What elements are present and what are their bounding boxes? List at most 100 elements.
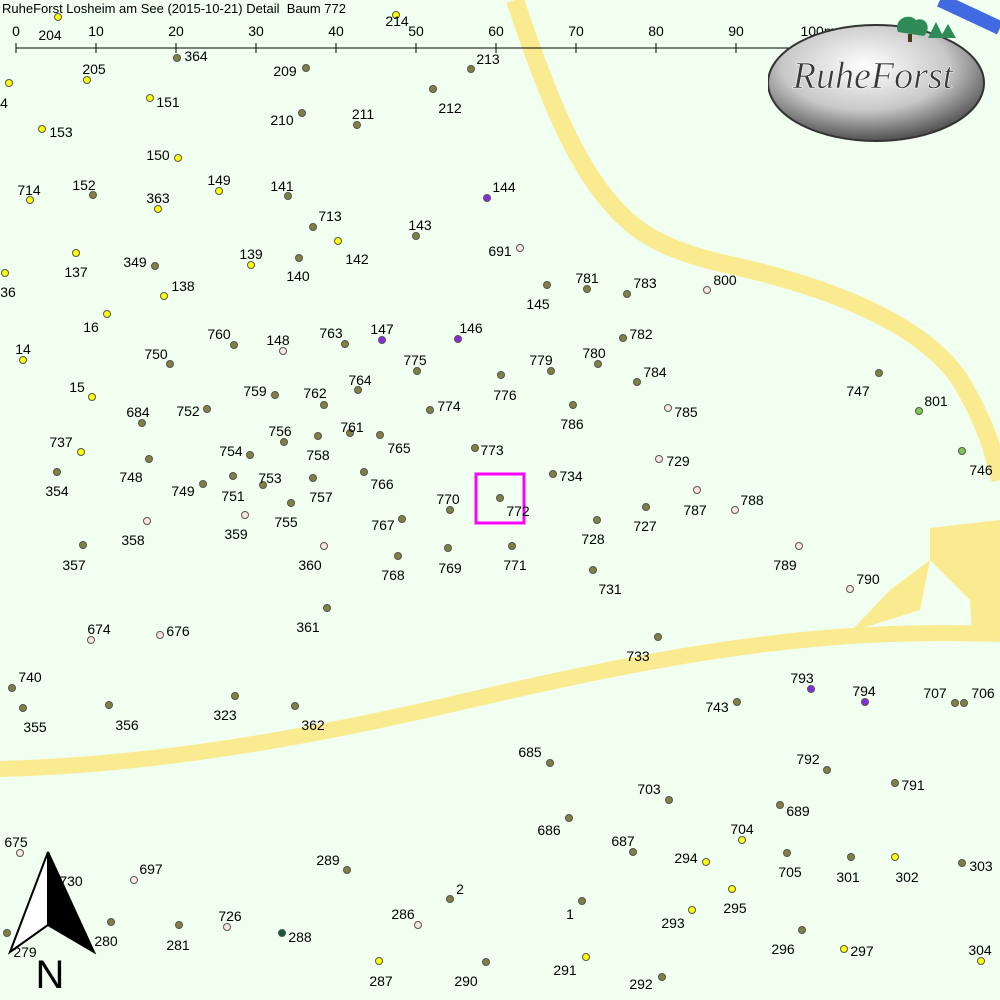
tree-dot[interactable] (516, 244, 524, 252)
tree-dot[interactable] (496, 494, 504, 502)
tree-dot[interactable] (77, 448, 85, 456)
tree-dot[interactable] (738, 836, 746, 844)
tree-dot[interactable] (287, 499, 295, 507)
tree-dot[interactable] (314, 432, 322, 440)
tree-dot[interactable] (776, 801, 784, 809)
tree-dot[interactable] (160, 292, 168, 300)
tree-dot[interactable] (295, 254, 303, 262)
tree-dot[interactable] (398, 515, 406, 523)
tree-dot[interactable] (589, 566, 597, 574)
tree-dot[interactable] (543, 281, 551, 289)
tree-dot[interactable] (83, 76, 91, 84)
tree-dot[interactable] (446, 895, 454, 903)
tree-dot[interactable] (807, 685, 815, 693)
tree-dot[interactable] (3, 929, 11, 937)
tree-dot[interactable] (107, 918, 115, 926)
forest-map[interactable]: 0 10 20 30 40 50 60 70 80 90 100m 204214364205 2092… (0, 0, 1000, 1000)
tree-dot[interactable] (482, 958, 490, 966)
tree-dot[interactable] (549, 470, 557, 478)
tree-dot[interactable] (414, 921, 422, 929)
tree-dot[interactable] (655, 455, 663, 463)
tree-dot[interactable] (412, 232, 420, 240)
tree-dot[interactable] (1, 269, 9, 277)
tree-dot[interactable] (88, 393, 96, 401)
tree-dot[interactable] (951, 699, 959, 707)
tree-dot[interactable] (8, 684, 16, 692)
tree-dot[interactable] (891, 779, 899, 787)
tree-dot[interactable] (629, 848, 637, 856)
tree-dot[interactable] (665, 796, 673, 804)
tree-dot[interactable] (426, 406, 434, 414)
tree-dot[interactable] (38, 125, 46, 133)
tree-dot[interactable] (154, 205, 162, 213)
tree-dot[interactable] (271, 391, 279, 399)
tree-dot[interactable] (229, 472, 237, 480)
tree-dot[interactable] (16, 849, 24, 857)
tree-dot[interactable] (915, 407, 923, 415)
tree-dot[interactable] (846, 585, 854, 593)
tree-dot[interactable] (230, 341, 238, 349)
tree-dot[interactable] (654, 633, 662, 641)
tree-dot[interactable] (156, 631, 164, 639)
tree-dot[interactable] (703, 286, 711, 294)
tree-dot[interactable] (103, 310, 111, 318)
tree-dot[interactable] (594, 360, 602, 368)
tree-dot[interactable] (19, 356, 27, 364)
tree-dot[interactable] (413, 367, 421, 375)
tree-dot[interactable] (508, 542, 516, 550)
tree-dot[interactable] (143, 517, 151, 525)
tree-marker-753[interactable]: 753 (258, 470, 282, 489)
tree-dot[interactable] (583, 285, 591, 293)
tree-dot[interactable] (105, 701, 113, 709)
tree-dot[interactable] (546, 759, 554, 767)
tree-dot[interactable] (302, 64, 310, 72)
tree-dot[interactable] (79, 541, 87, 549)
tree-dot[interactable] (633, 378, 641, 386)
tree-dot[interactable] (279, 347, 287, 355)
tree-dot[interactable] (733, 698, 741, 706)
tree-dot[interactable] (138, 419, 146, 427)
tree-dot[interactable] (798, 926, 806, 934)
tree-dot[interactable] (642, 503, 650, 511)
tree-dot[interactable] (664, 404, 672, 412)
tree-dot[interactable] (688, 906, 696, 914)
tree-dot[interactable] (565, 814, 573, 822)
tree-dot[interactable] (582, 953, 590, 961)
tree-dot[interactable] (958, 447, 966, 455)
tree-dot[interactable] (375, 957, 383, 965)
tree-dot[interactable] (203, 405, 211, 413)
tree-dot[interactable] (891, 853, 899, 861)
tree-dot[interactable] (323, 604, 331, 612)
tree-dot[interactable] (693, 486, 701, 494)
tree-marker-214[interactable]: 214 (385, 11, 409, 30)
tree-dot[interactable] (215, 187, 223, 195)
tree-dot[interactable] (840, 945, 848, 953)
tree-dot[interactable] (174, 154, 182, 162)
tree-dot[interactable] (960, 699, 968, 707)
tree-dot[interactable] (847, 853, 855, 861)
tree-dot[interactable] (958, 859, 966, 867)
tree-dot[interactable] (145, 455, 153, 463)
tree-dot[interactable] (977, 957, 985, 965)
tree-dot[interactable] (199, 480, 207, 488)
tree-dot[interactable] (376, 431, 384, 439)
tree-dot[interactable] (731, 506, 739, 514)
tree-dot[interactable] (247, 261, 255, 269)
tree-dot[interactable] (702, 858, 710, 866)
tree-dot[interactable] (231, 692, 239, 700)
tree-dot[interactable] (593, 516, 601, 524)
tree-dot[interactable] (146, 94, 154, 102)
tree-dot[interactable] (353, 121, 361, 129)
tree-dot[interactable] (309, 474, 317, 482)
tree-dot[interactable] (72, 249, 80, 257)
tree-dot[interactable] (130, 876, 138, 884)
tree-dot[interactable] (173, 54, 181, 62)
tree-dot[interactable] (298, 109, 306, 117)
tree-dot[interactable] (429, 85, 437, 93)
tree-dot[interactable] (334, 237, 342, 245)
tree-dot[interactable] (454, 335, 462, 343)
tree-dot[interactable] (444, 544, 452, 552)
tree-marker-761[interactable]: 761 (340, 419, 364, 437)
tree-dot[interactable] (341, 340, 349, 348)
tree-dot[interactable] (623, 290, 631, 298)
